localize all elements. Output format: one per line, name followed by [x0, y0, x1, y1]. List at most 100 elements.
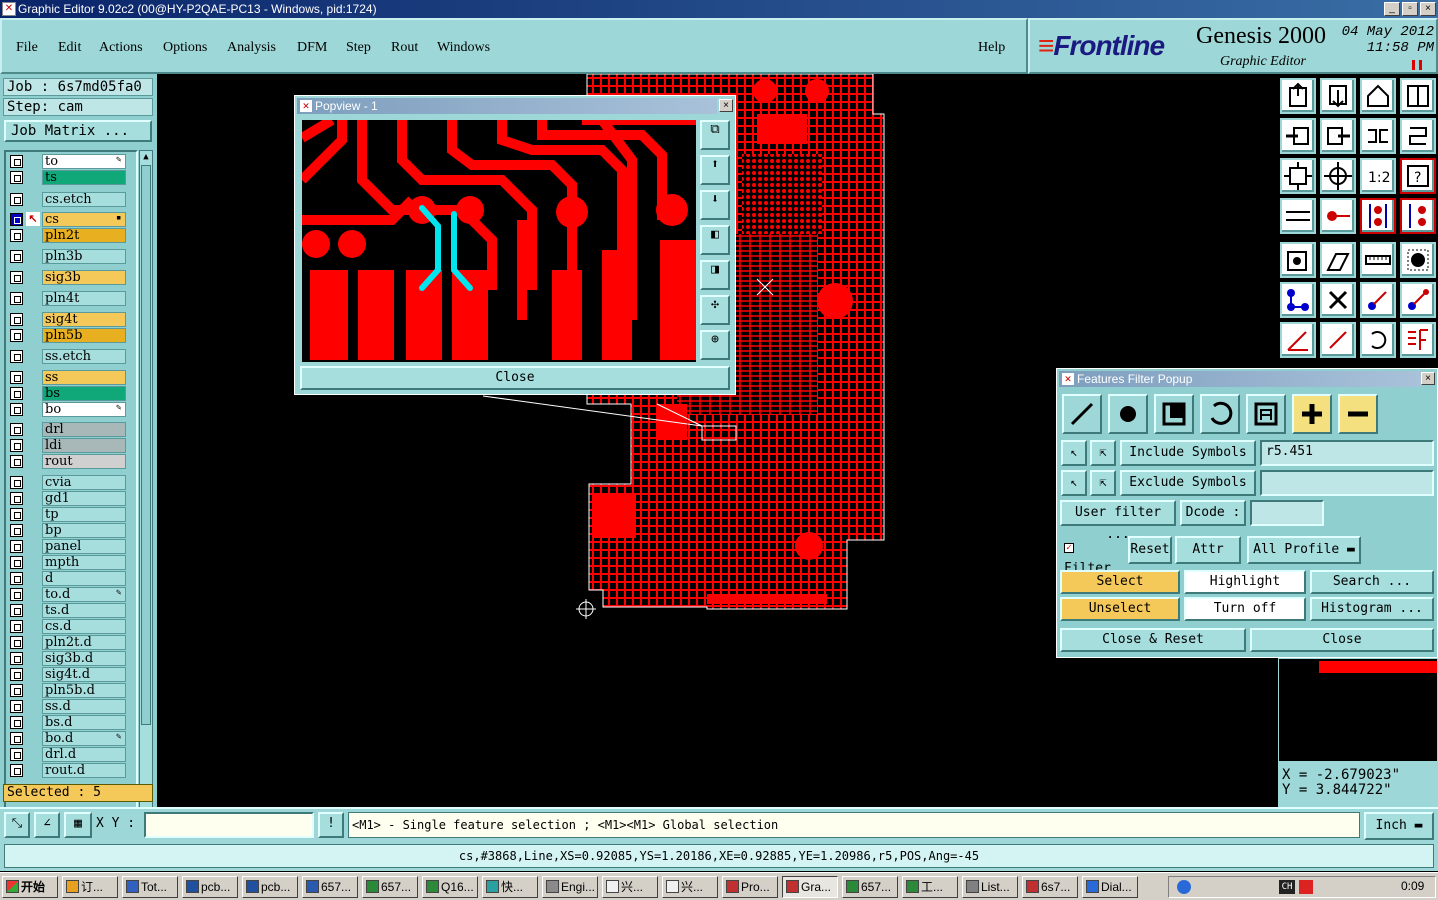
maximize-button[interactable]: ▫ [1402, 2, 1418, 16]
search-button[interactable]: Search ... [1310, 570, 1434, 594]
taskbar-item[interactable]: 6s7... [1022, 876, 1078, 898]
layer-checkbox[interactable] [10, 492, 23, 505]
menu-windows[interactable]: Windows [437, 40, 490, 56]
layer-row-drl[interactable]: drl [8, 422, 136, 437]
measure-icon[interactable] [1280, 198, 1316, 234]
layer-name[interactable]: panel [42, 539, 126, 554]
angle-snap-icon[interactable]: ∠ [34, 812, 60, 838]
layer-row-cs-d[interactable]: cs.d [8, 619, 136, 634]
layer-name[interactable]: ss [42, 370, 126, 385]
zoom-in-icon[interactable]: ⬆ [700, 155, 730, 185]
scale-icon[interactable]: 1:2 [1360, 158, 1396, 194]
layer-name[interactable]: cs [42, 212, 126, 227]
layer-row-drl-d[interactable]: drl.d [8, 747, 136, 762]
zoom-fit-icon[interactable]: ✣ [700, 295, 730, 325]
layer-row-sig3b-d[interactable]: sig3b.d [8, 651, 136, 666]
layer-name[interactable]: pln3b [42, 249, 126, 264]
layer-row-pln4t[interactable]: pln4t [8, 291, 136, 306]
layer-name[interactable]: bo [42, 402, 126, 417]
layer-row-ts[interactable]: ts [8, 170, 136, 185]
help-icon[interactable]: ? [1400, 158, 1436, 194]
layer-name[interactable]: mpth [42, 555, 126, 570]
menu-edit[interactable]: Edit [58, 40, 81, 56]
highlight-button[interactable]: Highlight [1184, 570, 1306, 594]
layer-row-cvia[interactable]: cvia [8, 475, 136, 490]
job-matrix-button[interactable]: Job Matrix ... [4, 120, 152, 142]
layer-checkbox[interactable] [10, 668, 23, 681]
select-area-icon[interactable] [1320, 242, 1356, 278]
taskbar-item[interactable]: Gra... [782, 876, 838, 898]
pause-icon[interactable] [1412, 60, 1422, 70]
taskbar-item[interactable]: pcb... [182, 876, 238, 898]
overview-map[interactable] [1278, 658, 1438, 762]
close-reset-button[interactable]: Close & Reset [1060, 628, 1246, 652]
menu-file[interactable]: File [16, 40, 38, 56]
layer-row-ss-etch[interactable]: ss.etch [8, 349, 136, 364]
layer-name[interactable]: ts.d [42, 603, 126, 618]
cross-icon[interactable] [1320, 282, 1356, 318]
layer-row-pln5b-d[interactable]: pln5b.d [8, 683, 136, 698]
frontline-icon[interactable] [1400, 322, 1436, 358]
menu-options[interactable]: Options [163, 40, 207, 56]
layer-name[interactable]: cs.d [42, 619, 126, 634]
taskbar-item[interactable]: 兴... [602, 876, 658, 898]
layer-name[interactable]: ss.etch [42, 349, 126, 364]
negative-filter-icon[interactable] [1338, 394, 1378, 434]
layer-name[interactable]: d [42, 571, 126, 586]
layer-row-bo[interactable]: bo ✎ [8, 402, 136, 417]
reset-button[interactable]: Reset [1128, 536, 1172, 564]
layer-name[interactable]: rout [42, 454, 126, 469]
layer-row-gd1[interactable]: gd1 [8, 491, 136, 506]
ruler-icon[interactable] [1360, 242, 1396, 278]
layer-checkbox[interactable] [10, 371, 23, 384]
layer-row-sig4t-d[interactable]: sig4t.d [8, 667, 136, 682]
layer-name[interactable]: pln4t [42, 291, 126, 306]
layer-checkbox[interactable] [10, 171, 23, 184]
layer-compare-icon[interactable] [1400, 198, 1436, 234]
menu-step[interactable]: Step [346, 40, 371, 56]
units-select[interactable]: Inch ▬ [1364, 812, 1434, 840]
layer-checkbox[interactable] [10, 636, 23, 649]
layer-checkbox[interactable] [10, 620, 23, 633]
dcode-input[interactable] [1250, 500, 1324, 526]
exclude-arrow-icon[interactable]: ↖ [1061, 470, 1087, 496]
layer-checkbox[interactable] [10, 292, 23, 305]
layer-checkbox[interactable] [10, 329, 23, 342]
layer-checkbox[interactable] [10, 748, 23, 761]
layer-checkbox[interactable] [10, 250, 23, 263]
angle-icon[interactable] [1280, 322, 1316, 358]
taskbar-item[interactable]: 兴... [662, 876, 718, 898]
layer-name[interactable]: to.d [42, 587, 126, 602]
layer-row-rout[interactable]: rout [8, 454, 136, 469]
undo-icon[interactable] [1360, 322, 1396, 358]
layer-checkbox[interactable] [10, 540, 23, 553]
xy-input[interactable] [144, 812, 314, 838]
layer-row-pln5b[interactable]: pln5b [8, 328, 136, 343]
popview-close-icon[interactable]: × [719, 99, 733, 112]
layer-name[interactable]: to [42, 154, 126, 169]
filter-close-icon[interactable]: × [1421, 372, 1435, 385]
layer-row-sig4t[interactable]: sig4t [8, 312, 136, 327]
exclude-expand-icon[interactable]: ⇱ [1090, 470, 1116, 496]
filter-close-button[interactable]: Close [1250, 628, 1434, 652]
layer-row-bp[interactable]: bp [8, 523, 136, 538]
layer-row-rout-d[interactable]: rout.d [8, 763, 136, 778]
layer-checkbox[interactable] [10, 684, 23, 697]
window-icon[interactable] [1400, 78, 1436, 114]
layer-checkbox[interactable] [10, 229, 23, 242]
arc-filter-icon[interactable] [1200, 394, 1240, 434]
taskbar-item[interactable]: Q16... [422, 876, 478, 898]
menu-actions[interactable]: Actions [99, 40, 143, 56]
layer-name[interactable]: ldi [42, 438, 126, 453]
zoom-home-icon[interactable]: ⧉ [700, 120, 730, 150]
zoom-area-icon[interactable]: ⊕ [700, 330, 730, 360]
pan-left-icon[interactable] [1280, 118, 1316, 154]
layer-name[interactable]: drl [42, 422, 126, 437]
exclude-symbols-input[interactable] [1260, 470, 1434, 496]
layer-name[interactable]: sig3b [42, 270, 126, 285]
layer-name[interactable]: ts [42, 170, 126, 185]
zoom-out-icon[interactable]: ⬇ [700, 190, 730, 220]
layer-name[interactable]: tp [42, 507, 126, 522]
line-filter-icon[interactable] [1062, 394, 1102, 434]
layer-name[interactable]: gd1 [42, 491, 126, 506]
